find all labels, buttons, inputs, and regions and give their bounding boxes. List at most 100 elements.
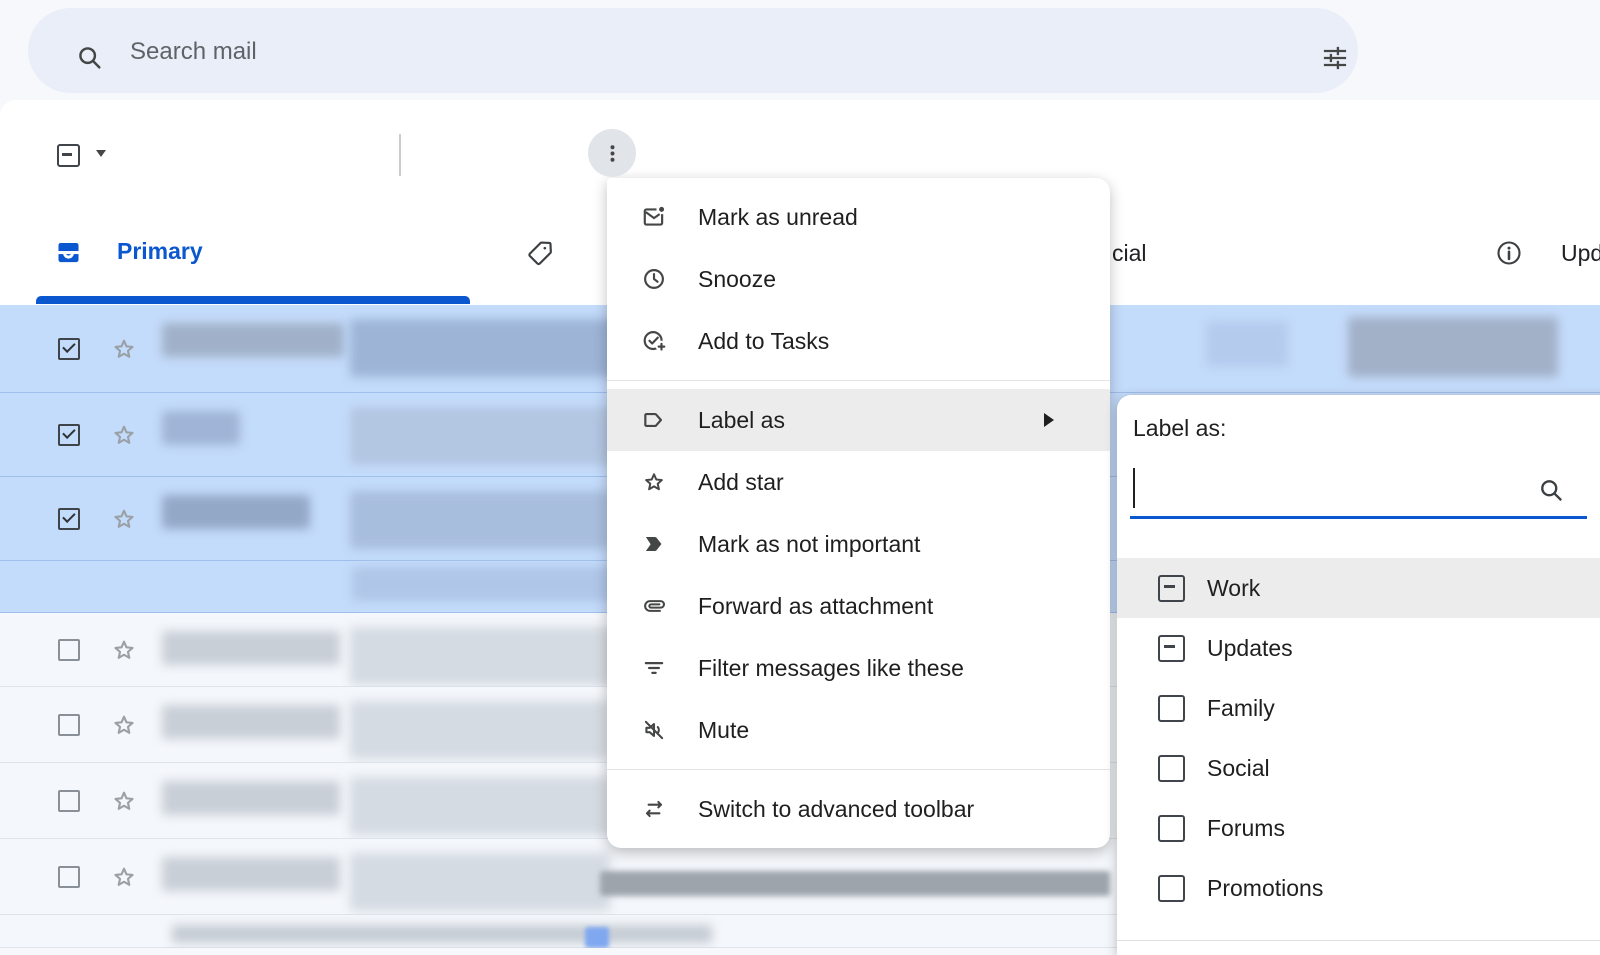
redacted-sender (162, 411, 240, 445)
star-icon[interactable] (110, 787, 138, 815)
select-all-checkbox[interactable] (57, 144, 80, 167)
redacted-date (585, 927, 609, 948)
label-checkbox[interactable] (1158, 755, 1185, 782)
menu-item-label: Label as (698, 407, 785, 434)
star-icon[interactable] (110, 711, 138, 739)
label-checkbox[interactable] (1158, 635, 1185, 662)
search-input[interactable] (128, 8, 1232, 95)
menu-item-label: Mark as not important (698, 531, 920, 558)
label-option[interactable]: Updates (1117, 618, 1600, 678)
row-checkbox[interactable] (58, 338, 80, 360)
search-input-underline (1130, 516, 1587, 519)
submenu-title: Label as: (1133, 415, 1226, 442)
label-name: Family (1207, 695, 1275, 722)
label-options-list: Work Updates Family Social Forums (1117, 558, 1600, 918)
menu-item[interactable]: Switch to advanced toolbar (607, 778, 1110, 840)
label-option[interactable]: Social (1117, 738, 1600, 798)
menu-item[interactable]: Mute (607, 699, 1110, 761)
redacted-subject (350, 701, 610, 759)
redacted-subject (350, 777, 610, 835)
star-icon[interactable] (110, 863, 138, 891)
label-name: Promotions (1207, 875, 1323, 902)
menu-item-label: Switch to advanced toolbar (698, 796, 974, 823)
redacted-subject (350, 407, 622, 465)
label-option[interactable]: Forums (1117, 798, 1600, 858)
label-search-input[interactable] (1135, 465, 1530, 511)
tab-primary[interactable]: Primary (117, 238, 203, 265)
menu-item-icon (641, 266, 667, 292)
menu-item[interactable]: Forward as attachment (607, 575, 1110, 637)
star-icon[interactable] (110, 505, 138, 533)
more-options-menu: Mark as unread Snooze Add to Tasks Label… (607, 178, 1110, 848)
row-checkbox[interactable] (58, 790, 80, 812)
redacted-content (1206, 321, 1288, 367)
label-checkbox[interactable] (1158, 695, 1185, 722)
tag-icon[interactable] (526, 238, 555, 267)
label-name: Updates (1207, 635, 1293, 662)
menu-item-label: Mark as unread (698, 204, 858, 231)
redacted-date (1348, 317, 1558, 377)
menu-item-icon (641, 655, 667, 681)
label-checkbox[interactable] (1158, 575, 1185, 602)
redacted-sender (162, 781, 340, 815)
submenu-divider (1117, 940, 1600, 941)
menu-item-label: Filter messages like these (698, 655, 964, 682)
label-checkbox[interactable] (1158, 875, 1185, 902)
label-name: Social (1207, 755, 1270, 782)
more-options-icon (600, 141, 625, 166)
tab-updates-partial-label[interactable]: Upd (1561, 240, 1600, 267)
row-checkbox[interactable] (58, 639, 80, 661)
menu-item[interactable]: Snooze (607, 248, 1110, 310)
primary-tab-inbox-icon (55, 239, 82, 266)
menu-item-icon (641, 407, 667, 433)
menu-item[interactable]: Label as (607, 389, 1110, 451)
label-option[interactable]: Promotions (1117, 858, 1600, 918)
menu-item-icon (641, 531, 667, 557)
text-cursor (1133, 468, 1135, 508)
label-option[interactable]: Work (1117, 558, 1600, 618)
menu-item-icon (641, 717, 667, 743)
star-icon[interactable] (110, 421, 138, 449)
menu-item[interactable]: Add star (607, 451, 1110, 513)
row-checkbox[interactable] (58, 424, 80, 446)
menu-item[interactable]: Filter messages like these (607, 637, 1110, 699)
label-as-submenu: Label as: Work Updates Family Social (1117, 395, 1600, 955)
star-icon[interactable] (110, 636, 138, 664)
menu-item-label: Forward as attachment (698, 593, 933, 620)
redacted-sender (162, 631, 340, 665)
search-icon[interactable] (76, 44, 104, 72)
row-checkbox[interactable] (58, 714, 80, 736)
menu-item-icon (641, 796, 667, 822)
more-options-button[interactable] (588, 129, 636, 177)
menu-item-label: Mute (698, 717, 749, 744)
row-checkbox[interactable] (58, 508, 80, 530)
menu-item-label: Add star (698, 469, 784, 496)
select-dropdown-caret-icon[interactable] (96, 150, 106, 157)
menu-item-label: Snooze (698, 266, 776, 293)
redacted-content (600, 871, 1110, 896)
redacted-subject (350, 853, 610, 911)
menu-item[interactable]: Mark as unread (607, 186, 1110, 248)
info-icon[interactable] (1495, 239, 1523, 267)
menu-item-icon (641, 593, 667, 619)
row-checkbox[interactable] (58, 866, 80, 888)
menu-item[interactable]: Mark as not important (607, 513, 1110, 575)
menu-item-icon (641, 204, 667, 230)
label-checkbox[interactable] (1158, 815, 1185, 842)
label-option[interactable]: Family (1117, 678, 1600, 738)
redacted-sender (162, 495, 310, 529)
menu-item-icon (641, 469, 667, 495)
redacted-sender (162, 323, 344, 357)
label-name: Work (1207, 575, 1260, 602)
tab-social-partial-label[interactable]: cial (1112, 240, 1147, 267)
star-icon[interactable] (110, 335, 138, 363)
label-name: Forums (1207, 815, 1285, 842)
redacted-subject (172, 925, 712, 943)
menu-item[interactable]: Add to Tasks (607, 310, 1110, 372)
menu-group-3: Switch to advanced toolbar (607, 769, 1110, 840)
toolbar-divider (399, 134, 401, 176)
redacted-sender (162, 857, 340, 891)
search-icon (1538, 477, 1565, 504)
search-bar[interactable] (28, 8, 1358, 93)
tune-filter-icon[interactable] (1321, 44, 1349, 72)
